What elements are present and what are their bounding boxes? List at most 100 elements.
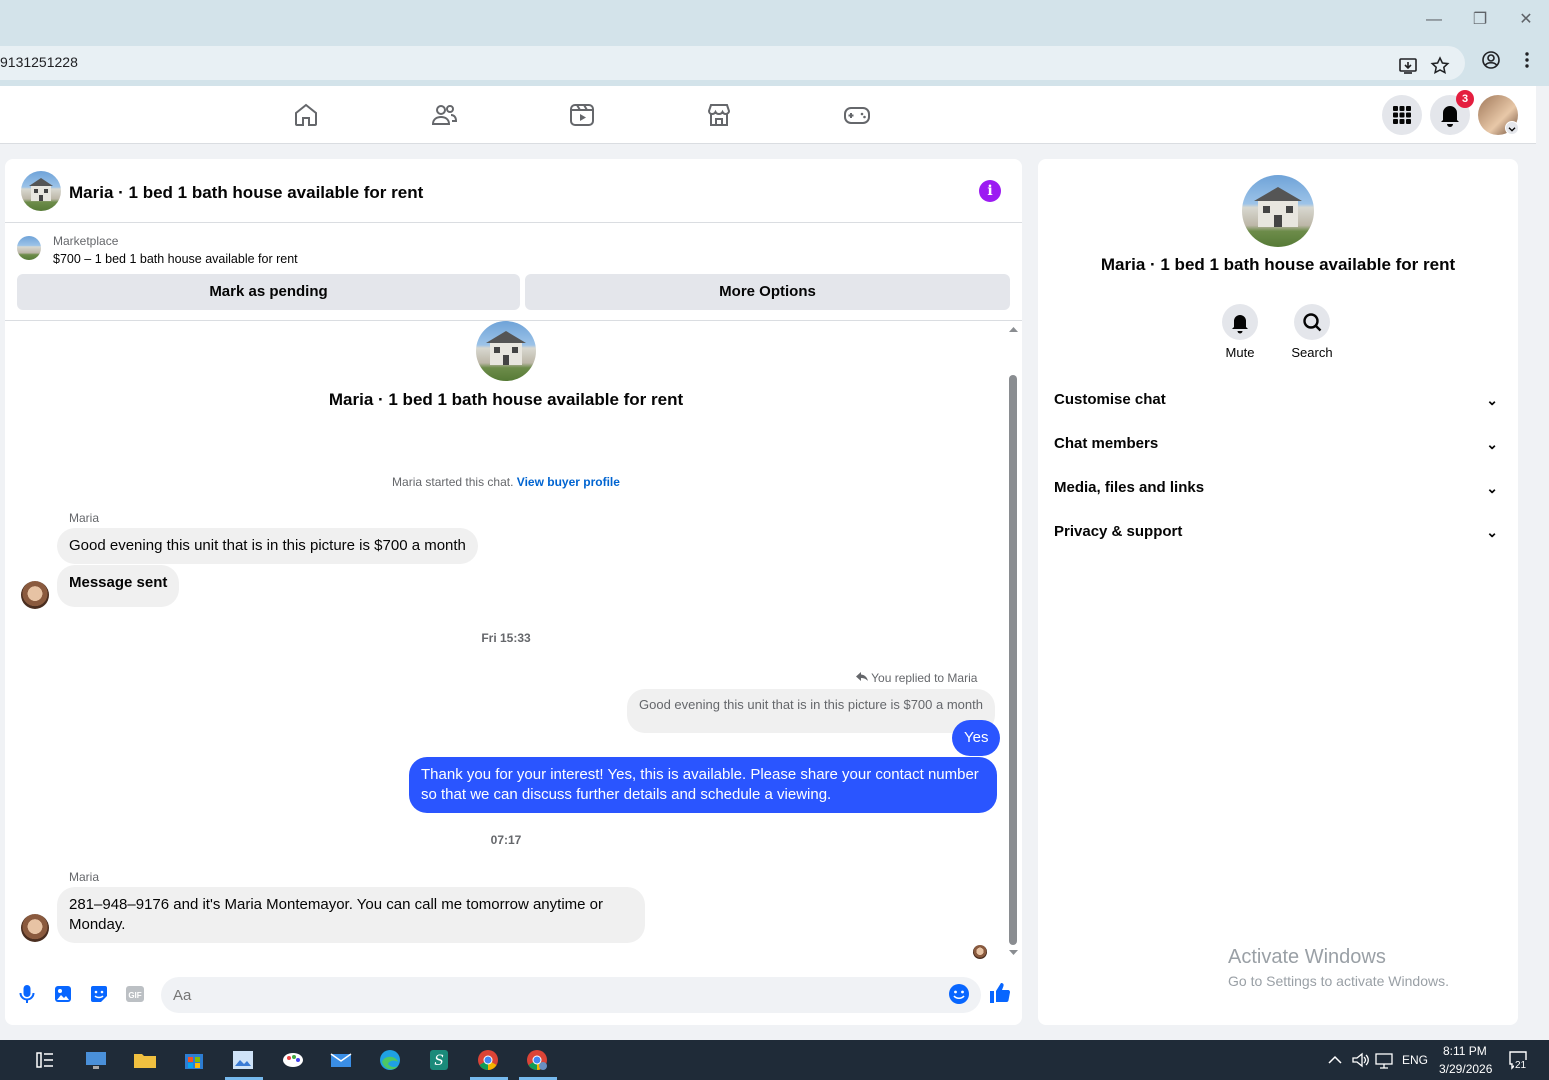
media-files-links-row[interactable]: Media, files and links ⌄ (1054, 466, 1502, 510)
chat-started-line: Maria started this chat. View buyer prof… (5, 475, 1007, 489)
network-icon[interactable] (1374, 1048, 1394, 1072)
row-label: Chat members (1054, 435, 1159, 452)
marketplace-icon[interactable] (704, 100, 734, 130)
clock-time[interactable]: 8:11 PM (1443, 1044, 1487, 1058)
menu-button[interactable] (1382, 95, 1422, 135)
mark-as-pending-button[interactable]: Mark as pending (17, 274, 520, 310)
chrome-profile-icon[interactable] (524, 1048, 550, 1072)
row-label: Media, files and links (1054, 479, 1205, 496)
app-s-icon[interactable]: S (426, 1048, 452, 1072)
microphone-icon[interactable] (16, 983, 38, 1005)
chat-title[interactable]: Maria · 1 bed 1 bath house available for… (69, 183, 423, 203)
page-scrollbar[interactable] (1536, 86, 1549, 1040)
minimize-button[interactable]: — (1422, 8, 1446, 32)
facebook-top-nav (0, 86, 1549, 144)
timestamp-separator: Fri 15:33 (481, 631, 531, 645)
language-indicator[interactable]: ENG (1402, 1053, 1428, 1067)
url-text[interactable]: 9131251228 (0, 54, 78, 70)
replied-to-label: You replied to Maria (856, 671, 977, 685)
browser-titlebar: — ❐ ✕ (0, 0, 1549, 40)
photos-app-icon[interactable] (230, 1048, 256, 1072)
file-explorer-icon[interactable] (132, 1048, 158, 1072)
mute-label: Mute (1225, 345, 1255, 360)
restore-button[interactable]: ❐ (1468, 8, 1492, 32)
listing-title[interactable]: $700 – 1 bed 1 bath house available for … (53, 252, 298, 266)
chat-members-row[interactable]: Chat members ⌄ (1054, 422, 1502, 466)
clock-date[interactable]: 3/29/2026 (1439, 1062, 1492, 1076)
friends-icon[interactable] (429, 100, 459, 130)
bookmark-star-icon[interactable] (1430, 56, 1450, 76)
sender-avatar[interactable] (21, 914, 49, 942)
browser-menu-icon[interactable] (1517, 50, 1537, 70)
install-app-icon[interactable] (1398, 56, 1418, 76)
gif-icon[interactable]: GIF (124, 983, 146, 1005)
info-listing-avatar[interactable] (1242, 175, 1314, 247)
photo-icon[interactable] (52, 983, 74, 1005)
chevron-down-icon: ⌄ (1486, 480, 1498, 496)
incoming-message[interactable]: Message sent (57, 565, 180, 607)
marketplace-label: Marketplace (53, 234, 119, 248)
mute-button[interactable] (1222, 304, 1258, 340)
chat-panel: Maria · 1 bed 1 bath house available for… (5, 159, 1022, 1025)
marketplace-listing-thumb[interactable] (17, 236, 41, 260)
notification-badge: 3 (1456, 90, 1474, 108)
windows-taskbar: S ENG 8:11 PM 3/29/2026 21 (0, 1040, 1549, 1080)
row-label: Customise chat (1054, 391, 1166, 408)
store-icon[interactable] (181, 1048, 207, 1072)
address-bar[interactable]: 9131251228 (0, 46, 1465, 80)
scroll-down-icon[interactable] (1007, 947, 1020, 957)
thumbs-up-icon[interactable] (988, 981, 1012, 1005)
outgoing-message[interactable]: Yes (952, 720, 1001, 756)
chat-info-icon[interactable]: i (979, 180, 1001, 202)
sender-name: Maria (69, 511, 100, 525)
chrome-icon[interactable] (475, 1048, 501, 1072)
search-label: Search (1291, 345, 1333, 360)
customise-chat-row[interactable]: Customise chat ⌄ (1054, 378, 1502, 422)
intro-listing-avatar (476, 321, 536, 381)
tray-chevron-up-icon[interactable] (1326, 1048, 1344, 1072)
more-options-button[interactable]: More Options (525, 274, 1010, 310)
message-composer: GIF (5, 965, 1022, 1025)
chat-header: Maria · 1 bed 1 bath house available for… (5, 159, 1022, 223)
scrollbar-thumb[interactable] (1009, 375, 1017, 945)
mail-app-icon[interactable] (328, 1048, 354, 1072)
profile-icon[interactable] (1481, 50, 1501, 70)
read-receipt-avatar (973, 945, 987, 959)
chat-started-text: Maria started this chat. (392, 475, 514, 489)
watermark-line2: Go to Settings to activate Windows. (1228, 973, 1449, 989)
incoming-message[interactable]: 281–948–9176 and it's Maria Montemayor. … (57, 887, 645, 943)
bell-icon (1232, 315, 1248, 334)
edge-browser-icon[interactable] (377, 1048, 403, 1072)
chevron-down-icon: ⌄ (1486, 436, 1498, 452)
emoji-icon[interactable] (948, 983, 970, 1005)
replied-to-text: You replied to Maria (871, 671, 978, 685)
sender-name: Maria (69, 870, 100, 884)
search-button[interactable] (1294, 304, 1330, 340)
sender-avatar[interactable] (21, 581, 49, 609)
close-window-button[interactable]: ✕ (1514, 8, 1538, 32)
home-icon[interactable] (291, 100, 321, 130)
notification-count: 21 (1514, 1060, 1528, 1071)
message-input[interactable] (161, 977, 981, 1013)
video-icon[interactable] (567, 100, 597, 130)
svg-text:GIF: GIF (128, 991, 141, 1000)
task-view-icon[interactable] (32, 1048, 58, 1072)
this-pc-icon[interactable] (83, 1048, 109, 1072)
incoming-message[interactable]: Good evening this unit that is in this p… (57, 528, 478, 564)
info-panel-title: Maria · 1 bed 1 bath house available for… (1100, 255, 1456, 274)
row-label: Privacy & support (1054, 523, 1183, 540)
account-menu-chevron-icon[interactable] (1505, 121, 1519, 135)
paint-app-icon[interactable] (280, 1048, 306, 1072)
scroll-up-icon[interactable] (1007, 325, 1020, 335)
listing-avatar[interactable] (21, 171, 61, 211)
sticker-icon[interactable] (88, 983, 110, 1005)
view-buyer-profile-link[interactable]: View buyer profile (517, 475, 620, 489)
divider (5, 320, 1022, 321)
grid-menu-icon (1393, 106, 1411, 124)
quoted-message[interactable]: Good evening this unit that is in this p… (627, 689, 995, 733)
volume-icon[interactable] (1350, 1048, 1370, 1072)
gaming-icon[interactable] (842, 100, 872, 130)
outgoing-message[interactable]: Thank you for your interest! Yes, this i… (409, 757, 997, 813)
privacy-support-row[interactable]: Privacy & support ⌄ (1054, 510, 1502, 554)
activate-windows-watermark: Activate Windows Go to Settings to activ… (1228, 946, 1449, 989)
